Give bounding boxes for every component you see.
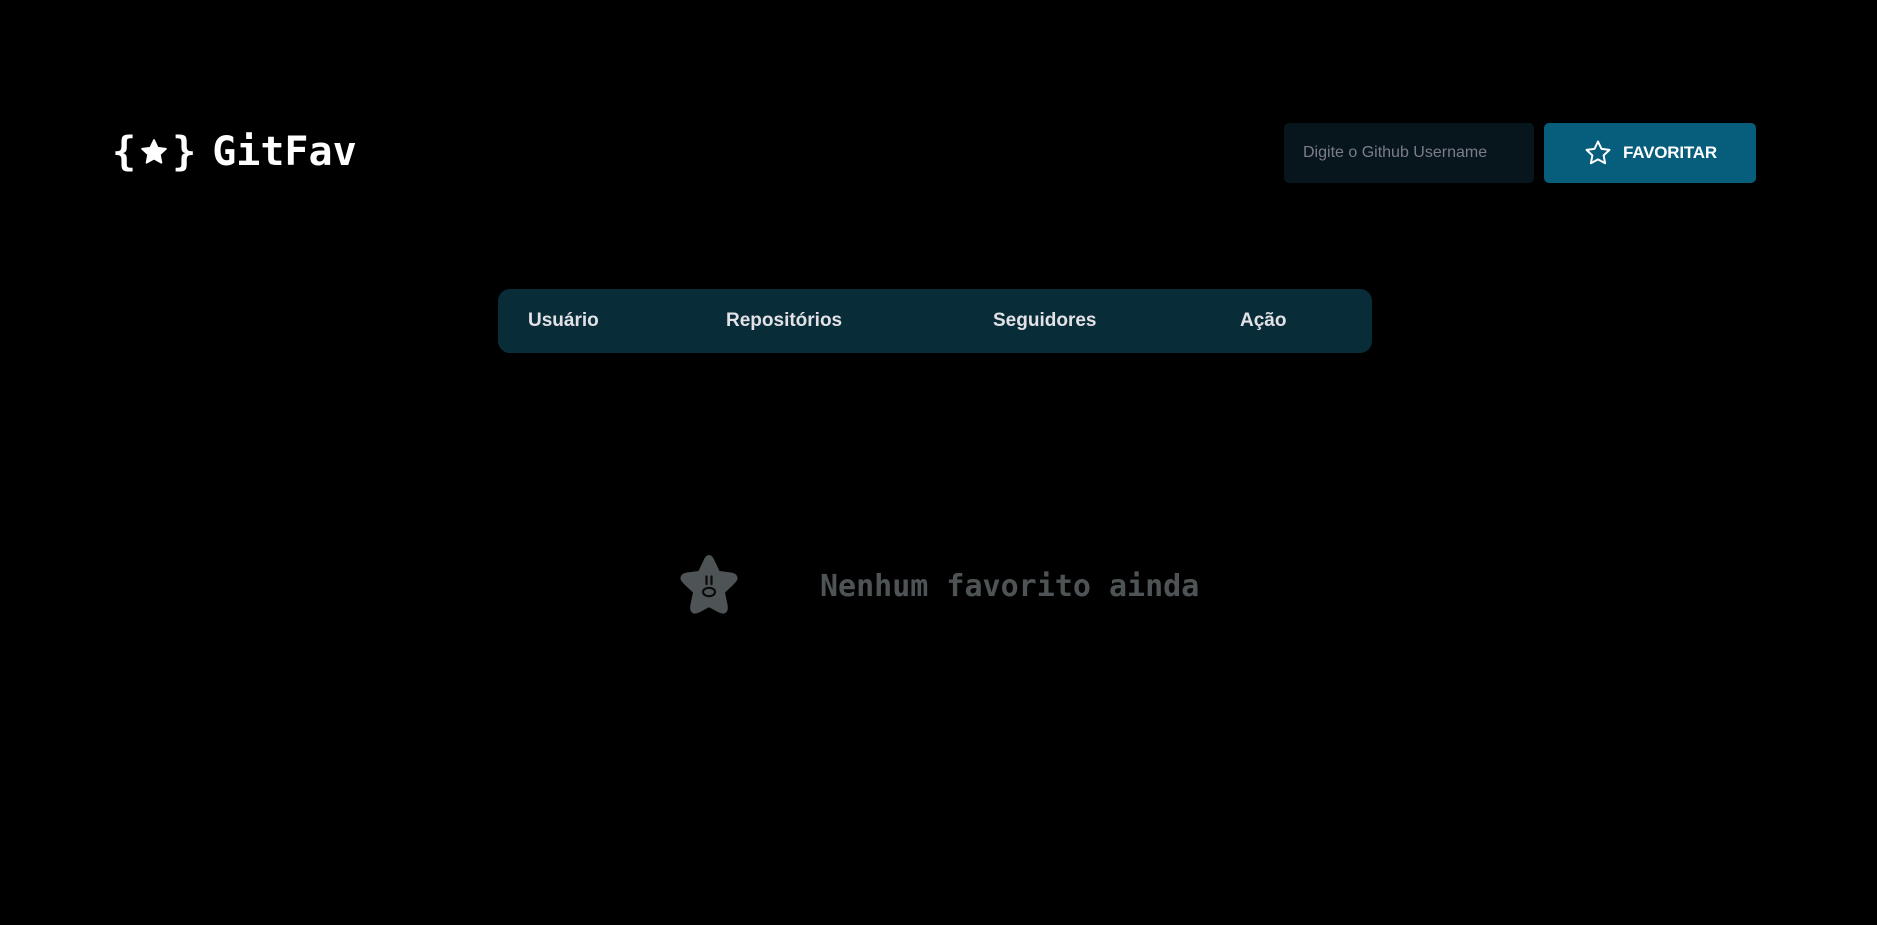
column-header-action: Ação (1240, 310, 1287, 331)
logo[interactable]: { } GitFav (112, 126, 357, 178)
column-header-user: Usuário (528, 310, 599, 331)
column-header-repositories: Repositórios (726, 310, 843, 331)
logo-brace-close: } (172, 129, 197, 175)
star-outline-icon (1585, 140, 1611, 165)
surprised-star-icon (680, 555, 738, 614)
column-header-followers: Seguidores (993, 310, 1097, 331)
logo-brace-open: { (112, 129, 137, 175)
favorites-table-header: Usuário Repositórios Seguidores Ação (498, 289, 1372, 353)
logo-text: GitFav (212, 129, 357, 175)
empty-state-message: Nenhum favorito ainda (820, 568, 1200, 604)
search-container (1284, 123, 1534, 183)
star-icon (141, 139, 167, 164)
app-page: { } GitFav FAVORITAR Usuário Repositório… (0, 0, 1877, 925)
favorite-button-label: FAVORITAR (1623, 143, 1717, 162)
empty-state: Nenhum favorito ainda (672, 550, 1199, 622)
username-search-input[interactable] (1284, 123, 1534, 183)
logo-mark: { } (112, 132, 196, 172)
favorite-button[interactable]: FAVORITAR (1544, 123, 1756, 183)
